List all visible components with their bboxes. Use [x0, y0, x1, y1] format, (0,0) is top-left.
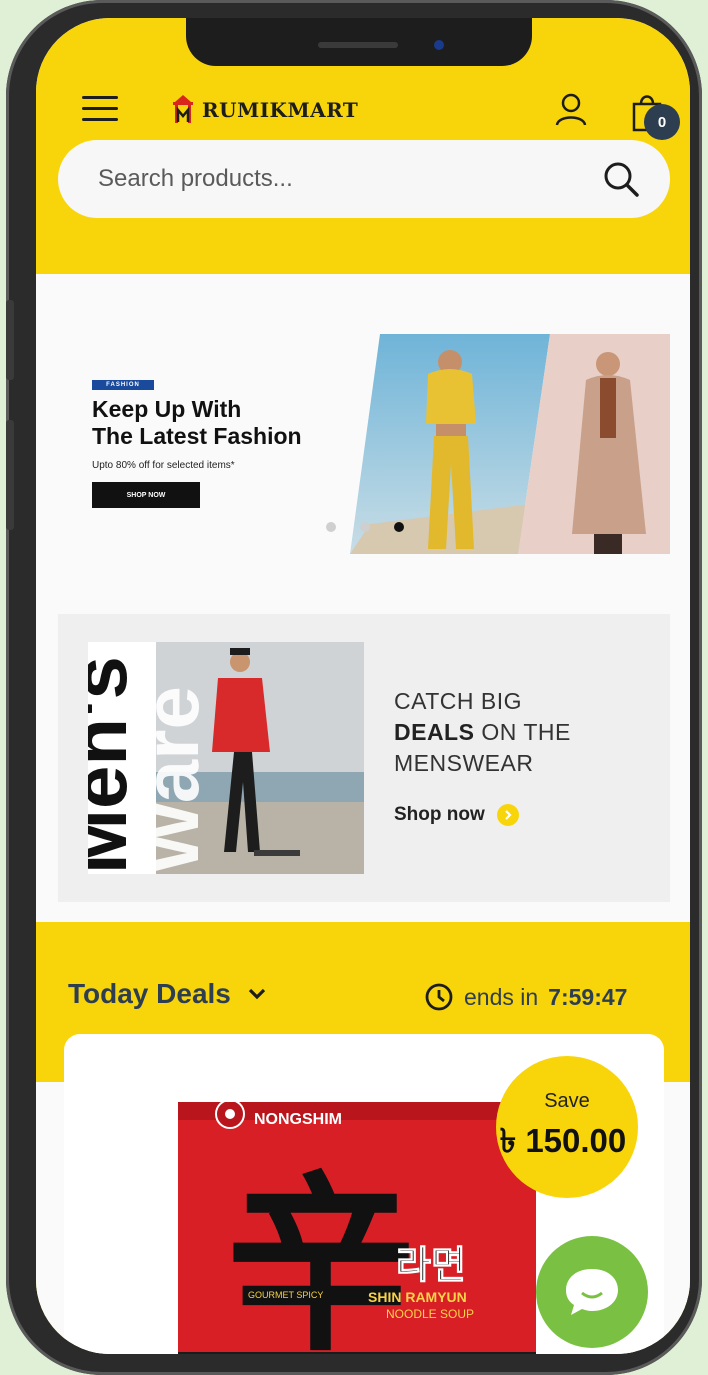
shop-now-link-label: Shop now	[394, 804, 485, 825]
search-icon[interactable]	[602, 160, 640, 198]
promo-line1: CATCH BIG	[394, 688, 523, 714]
shop-now-link[interactable]: Shop now	[394, 804, 519, 826]
menswear-image: Men's Ware	[88, 642, 364, 874]
menu-icon[interactable]	[82, 96, 118, 122]
speaker	[318, 42, 398, 48]
package-char: 辛	[226, 1154, 416, 1354]
package-brand: NONGSHIM	[254, 1111, 342, 1128]
slide-title-line1: Keep Up With	[92, 396, 242, 422]
today-deals-section: Today Deals ends in 7:59:47 NONGSHIM 辛 라…	[36, 922, 690, 1354]
slide-subtitle: Upto 80% off for selected items*	[92, 460, 235, 471]
promo-deals-word: DEALS	[394, 719, 475, 745]
hero-slide[interactable]: FASHION Keep Up With The Latest Fashion …	[58, 334, 670, 554]
phone-notch	[186, 18, 532, 66]
search-bar	[58, 140, 670, 218]
package-korean: 라면	[396, 1243, 466, 1287]
top-header: RUMIKMART 0	[36, 18, 690, 274]
promo-text: CATCH BIG DEALS ON THE MENSWEAR	[394, 686, 571, 779]
ware-vertical-text: Ware	[127, 686, 215, 874]
countdown-time: 7:59:47	[548, 983, 628, 1010]
today-deals-title: Today Deals	[68, 978, 231, 1009]
chevron-right-icon	[496, 804, 519, 826]
promo-line2-rest: ON THE	[474, 719, 571, 745]
save-badge: Save ৳ 150.00	[496, 1056, 638, 1198]
phone-frame: RUMIKMART 0 FASHION	[6, 0, 702, 1375]
carousel-dots	[326, 522, 404, 532]
save-amount: ৳ 150.00	[499, 1122, 627, 1159]
shop-now-button[interactable]: SHOP NOW	[92, 482, 200, 508]
brand-logo[interactable]: RUMIKMART	[170, 94, 358, 126]
promo-line2: DEALS ON THE	[394, 717, 571, 748]
package-name: SHIN RAMYUN	[368, 1289, 467, 1305]
slide-title-line2: The Latest Fashion	[92, 423, 302, 449]
package-spicy: GOURMET SPICY	[248, 1290, 323, 1300]
fashion-models-image	[350, 334, 670, 554]
today-deals-dropdown[interactable]: Today Deals	[68, 978, 267, 1010]
app-screen: RUMIKMART 0 FASHION	[36, 18, 690, 1354]
chevron-down-icon	[248, 988, 266, 1000]
fashion-tag: FASHION	[92, 380, 154, 390]
cart-count-badge[interactable]: 0	[644, 104, 680, 140]
brand-name: RUMIKMART	[202, 98, 359, 122]
user-account-icon[interactable]	[554, 92, 588, 126]
ends-in-label: ends in	[464, 983, 539, 1010]
side-button	[6, 300, 14, 380]
deals-countdown: ends in 7:59:47	[424, 982, 627, 1012]
slide-title: Keep Up With The Latest Fashion	[92, 396, 352, 450]
search-input[interactable]	[98, 165, 578, 193]
logo-mark-icon	[173, 95, 193, 123]
front-camera	[434, 40, 444, 50]
hero-section: FASHION Keep Up With The Latest Fashion …	[36, 274, 690, 934]
shin-ramyun-image: NONGSHIM 辛 라면 GOURMET SPICY SHIN RAMYUN …	[178, 1102, 536, 1354]
chat-bubble-icon	[566, 1269, 618, 1315]
menswear-promo-banner[interactable]: Men's Ware CATCH BIG DEALS ON THE MENSWE…	[58, 614, 670, 902]
carousel-dot[interactable]	[326, 522, 336, 532]
package-sub: NOODLE SOUP	[386, 1307, 474, 1321]
clock-icon	[425, 983, 453, 1011]
carousel-dot[interactable]	[360, 522, 370, 532]
carousel-dot-active[interactable]	[394, 522, 404, 532]
promo-line3: MENSWEAR	[394, 750, 534, 776]
side-button	[6, 420, 14, 530]
chat-button[interactable]	[536, 1236, 648, 1348]
save-label: Save	[544, 1090, 590, 1112]
